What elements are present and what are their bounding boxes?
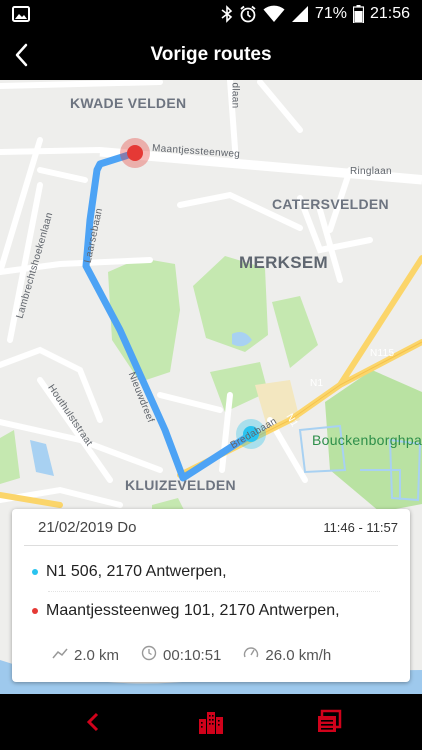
bluetooth-icon <box>221 5 233 23</box>
area-label-kwade-velden: KWADE VELDEN <box>70 95 187 111</box>
page-title: Vorige routes <box>150 44 272 65</box>
duration-stat: 00:10:51 <box>141 645 221 665</box>
end-dot-icon <box>32 608 38 614</box>
back-nav-icon[interactable] <box>78 707 108 737</box>
trip-card[interactable]: 21/02/2019 Do 11:46 - 11:57 N1 506, 2170… <box>12 509 410 682</box>
area-label-merksem: MERKSEM <box>239 253 328 272</box>
road-label-n115: N115 <box>370 348 395 359</box>
trip-distance: 2.0 km <box>74 646 120 664</box>
park-label-bouckenborgpark: Bouckenborghpa <box>312 432 422 448</box>
trip-start-address: N1 506, 2170 Antwerpen, <box>46 563 227 580</box>
bottom-nav <box>0 694 422 750</box>
trip-time-range: 11:46 - 11:57 <box>323 520 398 535</box>
card-divider <box>24 545 398 546</box>
street-label-ringlaan: Ringlaan <box>350 166 392 177</box>
trip-duration: 00:10:51 <box>163 646 222 664</box>
image-icon <box>12 6 30 27</box>
wifi-icon <box>263 5 285 23</box>
trip-date: 21/02/2019 Do <box>38 519 137 536</box>
trip-stats: 2.0 km 00:10:51 26.0 km/h <box>52 645 353 665</box>
city-icon[interactable] <box>196 707 226 737</box>
area-label-kluizevelden: KLUIZEVELDEN <box>125 477 236 493</box>
area-label-catersvelden: CATERSVELDEN <box>272 196 389 212</box>
signal-icon <box>291 5 309 23</box>
distance-stat: 2.0 km <box>52 647 119 664</box>
speed-stat: 26.0 km/h <box>243 645 331 665</box>
clock-icon <box>141 645 163 665</box>
trip-end-row: Maantjessteenweg 101, 2170 Antwerpen, <box>32 602 340 620</box>
start-dot-icon <box>32 569 38 575</box>
clock-time: 21:56 <box>369 5 410 22</box>
battery-icon <box>352 5 364 23</box>
battery-percentage: 71% <box>314 5 347 22</box>
route-icon <box>52 647 74 664</box>
trip-start-row: N1 506, 2170 Antwerpen, <box>32 563 227 581</box>
road-label-n1: N1 <box>310 378 324 389</box>
list-icon[interactable] <box>314 707 344 737</box>
alarm-icon <box>239 5 257 23</box>
trip-end-address: Maantjessteenweg 101, 2170 Antwerpen, <box>46 602 340 619</box>
street-label-dlaan: dlaan <box>229 82 241 109</box>
trip-avg-speed: 26.0 km/h <box>265 646 332 664</box>
app-bar: Vorige routes <box>0 30 422 80</box>
route-divider <box>48 591 380 592</box>
status-bar: 71% 21:56 <box>0 0 422 30</box>
speedometer-icon <box>243 645 265 665</box>
